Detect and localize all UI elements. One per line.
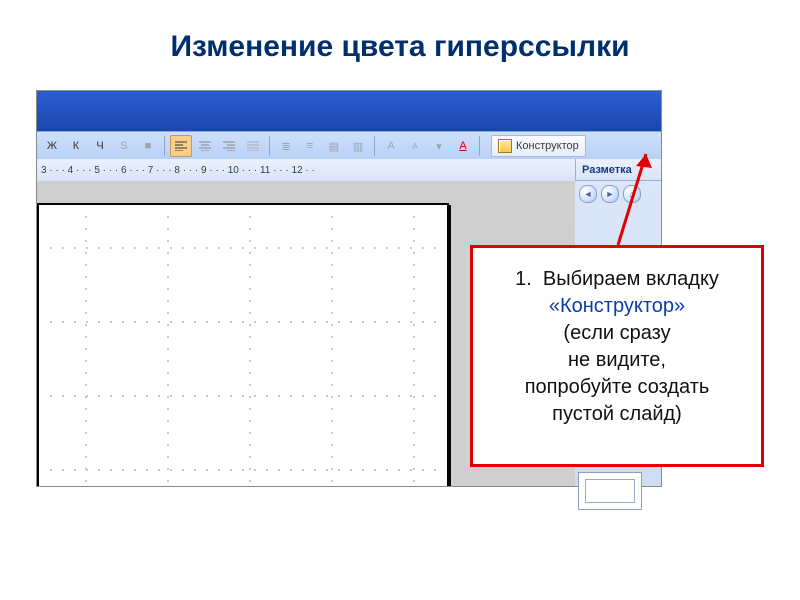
- formatting-toolbar: Ж К Ч S ■ ≣ ≡ ▤ ▥ A A ▾ A Конструктор: [37, 131, 661, 161]
- indent-button[interactable]: ▥: [347, 135, 369, 157]
- bold-button[interactable]: Ж: [41, 135, 63, 157]
- strike-button[interactable]: S: [113, 135, 135, 157]
- callout-num: 1.: [515, 268, 532, 290]
- numbering-button[interactable]: ≡: [299, 135, 321, 157]
- callout-line4: не видите,: [483, 347, 751, 374]
- font-color-button[interactable]: A: [452, 135, 474, 157]
- align-center-button[interactable]: [194, 135, 216, 157]
- shadow-button[interactable]: ■: [137, 135, 159, 157]
- align-right-icon: [223, 141, 235, 151]
- align-justify-button[interactable]: [242, 135, 264, 157]
- align-center-icon: [199, 141, 211, 151]
- underline-button[interactable]: Ч: [89, 135, 111, 157]
- callout-line1: Выбираем вкладку: [543, 268, 719, 290]
- constructor-tab-button[interactable]: Конструктор: [491, 135, 586, 157]
- align-left-icon: [175, 141, 187, 151]
- layout-thumbnail[interactable]: [578, 472, 642, 510]
- callout-line3: (если сразу: [483, 320, 751, 347]
- instruction-callout: 1. Выбираем вкладку «Конструктор» (если …: [470, 245, 764, 467]
- outdent-button[interactable]: ▤: [323, 135, 345, 157]
- align-left-button[interactable]: [170, 135, 192, 157]
- toolbar-sep: [164, 136, 165, 156]
- align-right-button[interactable]: [218, 135, 240, 157]
- pane-back-button[interactable]: ◄: [579, 185, 597, 203]
- constructor-label: Конструктор: [516, 140, 579, 152]
- window-titlebar: [37, 91, 661, 131]
- callout-line5: попробуйте создать: [483, 374, 751, 401]
- constructor-icon: [498, 139, 512, 153]
- italic-button[interactable]: К: [65, 135, 87, 157]
- font-shrink-button[interactable]: A: [404, 135, 426, 157]
- horizontal-ruler: 3 · · · 4 · · · 5 · · · 6 · · · 7 · · · …: [37, 159, 661, 182]
- pane-home-button[interactable]: ⌂: [623, 185, 641, 203]
- callout-line2: «Конструктор»: [483, 293, 751, 320]
- callout-line6: пустой слайд): [483, 401, 751, 428]
- page-title: Изменение цвета гиперссылки: [0, 30, 800, 64]
- toolbar-sep: [479, 136, 480, 156]
- font-grow-button[interactable]: A: [380, 135, 402, 157]
- align-justify-icon: [247, 141, 259, 151]
- font-dropdown-button[interactable]: ▾: [428, 135, 450, 157]
- pane-fwd-button[interactable]: ►: [601, 185, 619, 203]
- taskpane-header: Разметка: [575, 159, 661, 181]
- toolbar-sep: [374, 136, 375, 156]
- slide[interactable]: [37, 203, 449, 487]
- bullets-button[interactable]: ≣: [275, 135, 297, 157]
- toolbar-sep: [269, 136, 270, 156]
